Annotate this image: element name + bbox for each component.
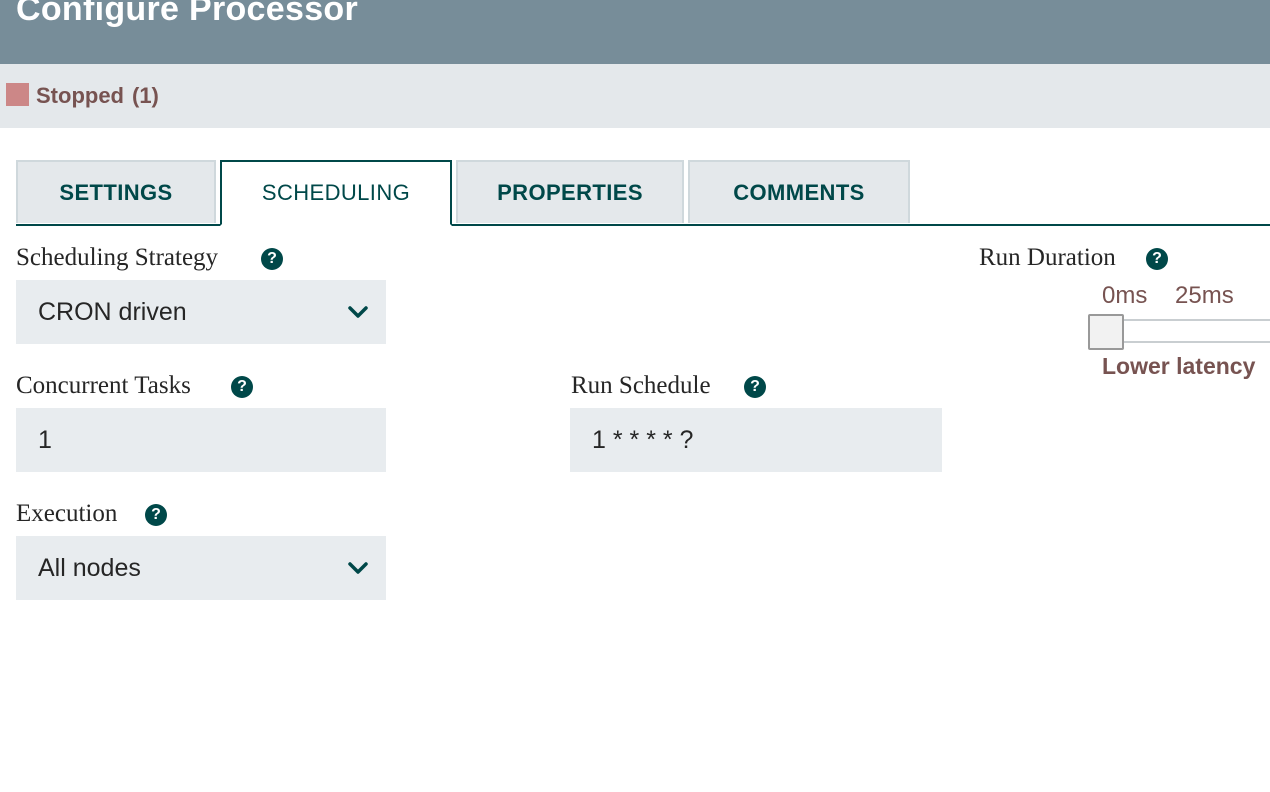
question-circle-icon[interactable]: ? [145, 504, 167, 526]
run-schedule-label: Run Schedule [571, 372, 711, 399]
tab-scheduling[interactable]: SCHEDULING [220, 160, 452, 226]
tabs-divider-left [16, 224, 221, 226]
execution-label: Execution [16, 500, 118, 527]
question-circle-icon[interactable]: ? [744, 376, 766, 398]
tab-comments[interactable]: COMMENTS [688, 160, 910, 223]
status-bar: Stopped (1) [0, 64, 1270, 128]
run-duration-slider-handle[interactable] [1088, 314, 1124, 350]
status-label: Stopped [36, 83, 124, 108]
tabs-divider [452, 224, 1270, 226]
scheduling-strategy-label: Scheduling Strategy [16, 244, 219, 271]
status-count: (1) [132, 83, 159, 108]
execution-select[interactable]: All nodes [16, 536, 386, 600]
chevron-down-icon [348, 562, 368, 574]
run-duration-min-value: 0ms [1102, 282, 1148, 309]
dialog-header: Configure Processor [0, 0, 1270, 64]
run-schedule-value: 1 * * * * ? [592, 425, 694, 454]
concurrent-tasks-value: 1 [38, 425, 52, 454]
status-indicator: Stopped (1) [36, 83, 159, 109]
tab-settings[interactable]: SETTINGS [16, 160, 216, 223]
run-duration-max-value: 25ms [1175, 282, 1234, 309]
question-circle-icon[interactable]: ? [261, 248, 283, 270]
scheduling-strategy-select[interactable]: CRON driven [16, 280, 386, 344]
scheduling-strategy-value: CRON driven [38, 297, 187, 326]
tab-properties[interactable]: PROPERTIES [456, 160, 684, 223]
latency-label: Lower latency [1102, 353, 1256, 379]
chevron-down-icon [348, 306, 368, 318]
run-duration-label: Run Duration [979, 244, 1116, 271]
dialog-title: Configure Processor [16, 0, 358, 28]
question-circle-icon[interactable]: ? [231, 376, 253, 398]
execution-value: All nodes [38, 553, 141, 582]
run-schedule-input[interactable]: 1 * * * * ? [570, 408, 942, 472]
concurrent-tasks-label: Concurrent Tasks [16, 372, 191, 399]
concurrent-tasks-input[interactable]: 1 [16, 408, 386, 472]
question-circle-icon[interactable]: ? [1146, 248, 1168, 270]
stopped-icon [6, 83, 29, 106]
